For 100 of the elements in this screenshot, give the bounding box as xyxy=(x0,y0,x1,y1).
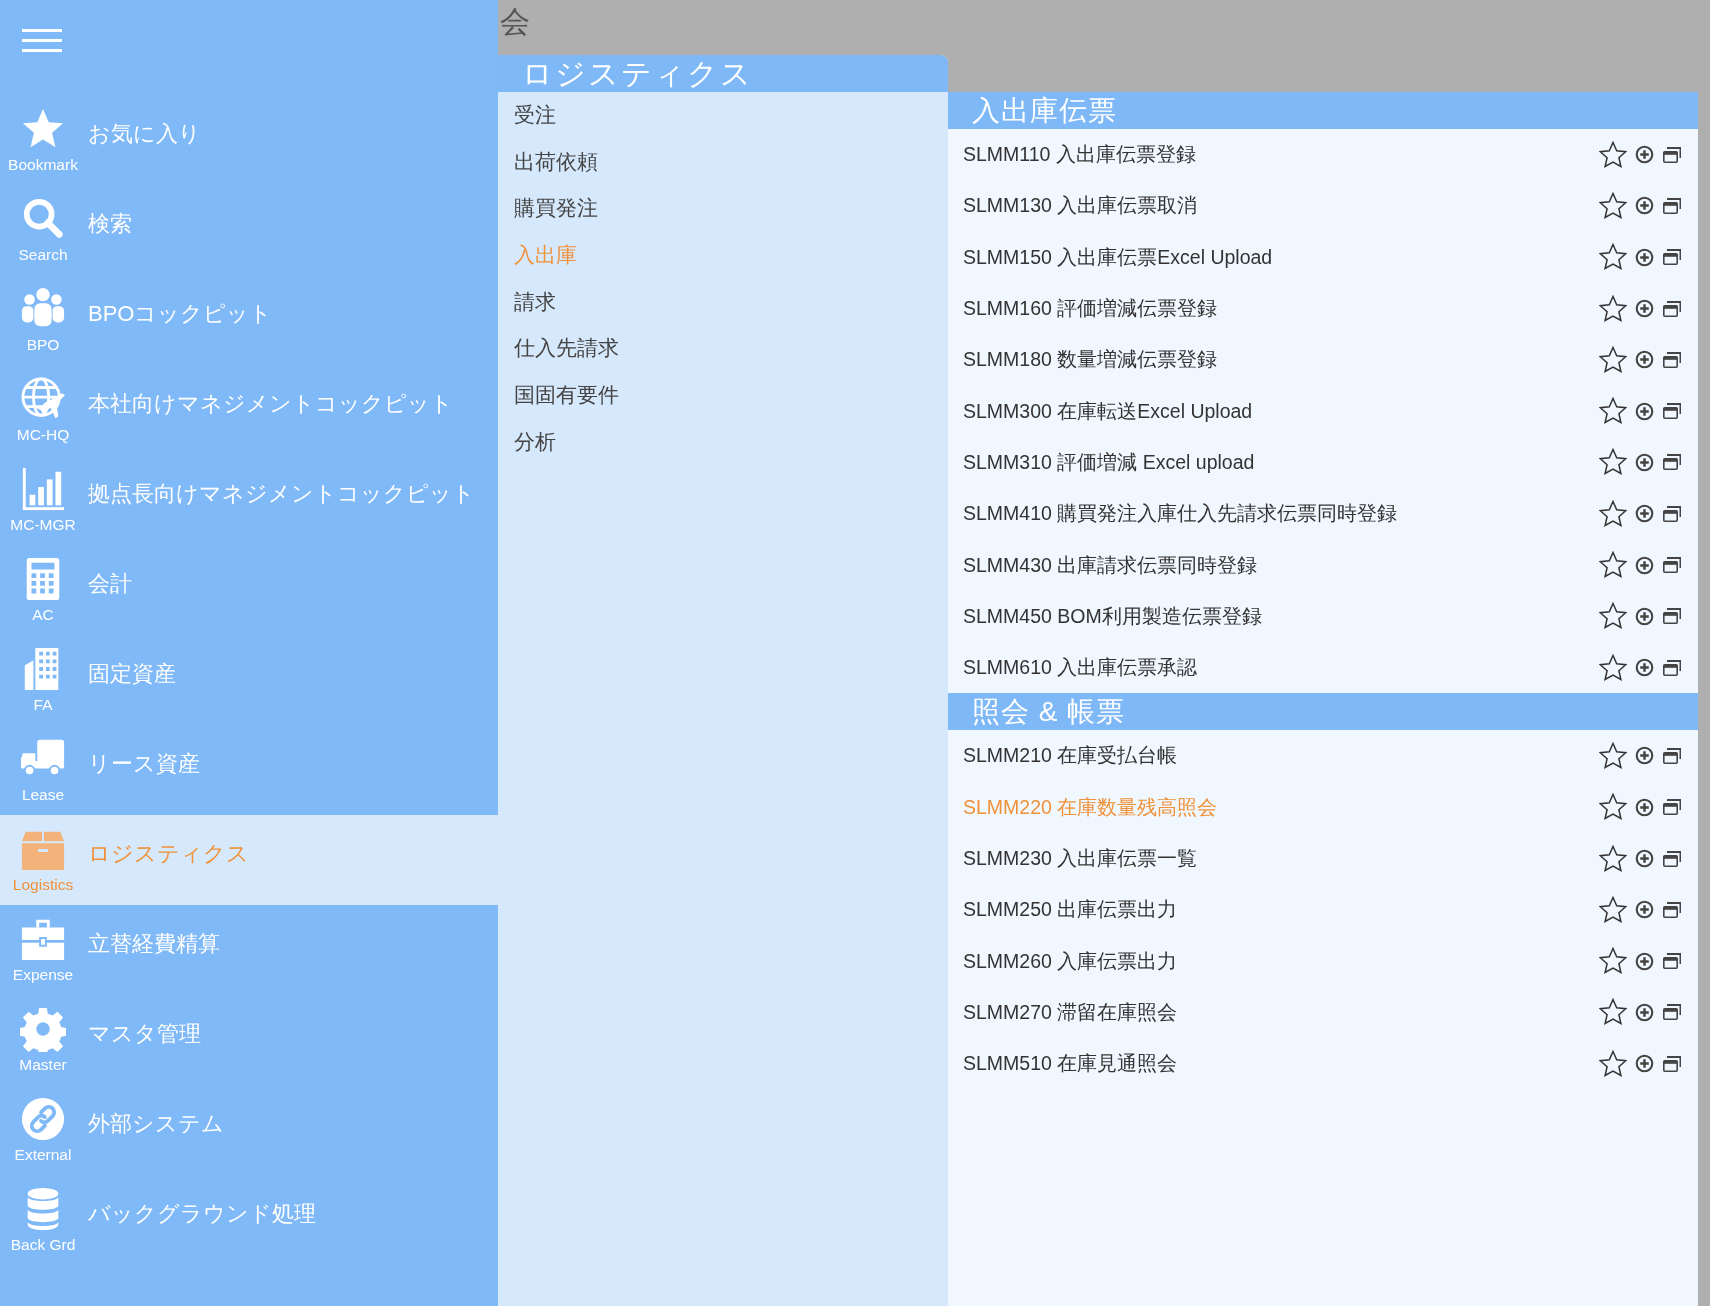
add-circle-icon[interactable] xyxy=(1635,452,1654,472)
windows-icon[interactable] xyxy=(1662,951,1682,972)
add-circle-icon[interactable] xyxy=(1635,746,1654,766)
windows-icon[interactable] xyxy=(1662,745,1682,766)
submenu-item[interactable]: 出荷依頼 xyxy=(498,138,948,186)
sidebar-item-label: 検索 xyxy=(88,210,132,238)
sidebar-item-label: BPOコックピット xyxy=(88,300,273,328)
windows-icon[interactable] xyxy=(1662,657,1682,678)
menu-link[interactable]: SLMM160 評価増減伝票登録 xyxy=(963,295,1599,323)
sidebar-item-code: BPO xyxy=(26,336,60,354)
sidebar-item-code: Master xyxy=(19,1056,67,1074)
windows-icon[interactable] xyxy=(1662,349,1682,370)
sidebar-item-label: バックグラウンド処理 xyxy=(88,1200,316,1228)
sidebar-item-code: Expense xyxy=(12,966,74,984)
add-circle-icon[interactable] xyxy=(1635,1054,1654,1074)
menu-link[interactable]: SLMM310 評価増減 Excel upload xyxy=(963,448,1599,476)
windows-icon[interactable] xyxy=(1662,1002,1682,1023)
sidebar-item-code: Logistics xyxy=(12,876,74,894)
add-circle-icon[interactable] xyxy=(1635,350,1654,370)
section-header: 入出庫伝票 xyxy=(948,92,1698,129)
bookmark-star-icon[interactable] xyxy=(1599,140,1627,169)
menu-link[interactable]: SLMM450 BOM利用製造伝票登録 xyxy=(963,602,1599,630)
windows-icon[interactable] xyxy=(1662,247,1682,268)
add-circle-icon[interactable] xyxy=(1635,196,1654,216)
bookmark-star-icon[interactable] xyxy=(1599,448,1627,477)
sidebar-item-label: 立替経費精算 xyxy=(88,930,220,958)
add-circle-icon[interactable] xyxy=(1635,299,1654,319)
submenu-item[interactable]: 国固有要件 xyxy=(498,372,948,419)
add-circle-icon[interactable] xyxy=(1635,797,1654,817)
sidebar-item-label: マスタ管理 xyxy=(88,1020,201,1048)
menu-link[interactable]: SLMM110 入出庫伝票登録 xyxy=(963,141,1599,169)
add-circle-icon[interactable] xyxy=(1635,606,1654,626)
windows-icon[interactable] xyxy=(1662,606,1682,627)
bookmark-star-icon[interactable] xyxy=(1599,653,1627,682)
bookmark-star-icon[interactable] xyxy=(1599,397,1627,426)
add-circle-icon[interactable] xyxy=(1635,401,1654,421)
bookmark-star-icon[interactable] xyxy=(1599,294,1627,323)
menu-link[interactable]: SLMM510 在庫見通照会 xyxy=(963,1050,1599,1078)
bookmark-star-icon[interactable] xyxy=(1599,793,1627,822)
bookmark-star-icon[interactable] xyxy=(1599,602,1627,631)
windows-icon[interactable] xyxy=(1662,144,1682,165)
windows-icon[interactable] xyxy=(1662,899,1682,920)
add-circle-icon[interactable] xyxy=(1635,1002,1654,1022)
add-circle-icon[interactable] xyxy=(1635,849,1654,868)
menu-link[interactable]: SLMM180 数量増減伝票登録 xyxy=(963,346,1599,374)
add-circle-icon[interactable] xyxy=(1635,504,1654,524)
bookmark-star-icon[interactable] xyxy=(1599,345,1627,374)
bookmark-star-icon[interactable] xyxy=(1599,844,1627,873)
bookmark-star-icon[interactable] xyxy=(1599,191,1627,220)
sidebar-item-label: 固定資産 xyxy=(88,660,176,688)
bar-chart-icon xyxy=(20,466,66,512)
menu-link[interactable]: SLMM150 入出庫伝票Excel Upload xyxy=(963,243,1599,271)
menu-link[interactable]: SLMM270 滞留在庫照会 xyxy=(963,998,1599,1026)
submenu-item[interactable]: 請求 xyxy=(498,278,948,326)
submenu-header: ロジスティクス xyxy=(498,55,948,92)
bookmark-star-icon[interactable] xyxy=(1599,243,1627,272)
submenu-item[interactable]: 分析 xyxy=(498,418,948,466)
windows-icon[interactable] xyxy=(1662,401,1682,422)
bookmark-star-icon[interactable] xyxy=(1599,1049,1627,1078)
menu-link[interactable]: SLMM410 購買発注入庫仕入先請求伝票同時登録 xyxy=(963,500,1599,528)
add-circle-icon[interactable] xyxy=(1635,658,1654,678)
submenu-item[interactable]: 仕入先請求 xyxy=(498,325,948,373)
menu-link[interactable]: SLMM230 入出庫伝票一覧 xyxy=(963,845,1599,872)
menu-link[interactable]: SLMM300 在庫転送Excel Upload xyxy=(963,397,1599,425)
sidebar-item-code: Back Grd xyxy=(10,1236,76,1254)
sidebar-item-label: 会計 xyxy=(88,570,132,598)
bookmark-star-icon[interactable] xyxy=(1599,499,1627,528)
add-circle-icon[interactable] xyxy=(1635,247,1654,267)
submenu-item[interactable]: 購買発注 xyxy=(498,185,948,233)
menu-link[interactable]: SLMM260 入庫伝票出力 xyxy=(963,947,1599,975)
add-circle-icon[interactable] xyxy=(1635,951,1654,971)
windows-icon[interactable] xyxy=(1662,298,1682,319)
menu-link[interactable]: SLMM130 入出庫伝票取消 xyxy=(963,192,1599,220)
bookmark-star-icon[interactable] xyxy=(1599,947,1627,976)
menu-link[interactable]: SLMM430 出庫請求伝票同時登録 xyxy=(963,551,1599,579)
page-title: 会 xyxy=(500,4,530,40)
submenu-item[interactable]: 受注 xyxy=(498,92,948,139)
add-circle-icon[interactable] xyxy=(1635,145,1654,165)
bookmark-star-icon[interactable] xyxy=(1599,895,1627,924)
windows-icon[interactable] xyxy=(1662,503,1682,524)
windows-icon[interactable] xyxy=(1662,848,1682,869)
windows-icon[interactable] xyxy=(1662,452,1682,473)
sidebar-item-label: 拠点長向けマネジメントコックピット xyxy=(88,480,475,508)
windows-icon[interactable] xyxy=(1662,195,1682,216)
link-icon xyxy=(20,1096,66,1142)
sidebar-item-code: MC-MGR xyxy=(10,516,76,534)
windows-icon[interactable] xyxy=(1662,555,1682,575)
menu-link[interactable]: SLMM250 出庫伝票出力 xyxy=(963,896,1599,924)
bookmark-star-icon[interactable] xyxy=(1599,551,1627,579)
sidebar-item-code: Search xyxy=(18,246,68,264)
add-circle-icon[interactable] xyxy=(1635,900,1654,920)
bookmark-star-icon[interactable] xyxy=(1599,741,1627,770)
menu-link[interactable]: SLMM210 在庫受払台帳 xyxy=(963,742,1599,770)
add-circle-icon[interactable] xyxy=(1635,555,1654,575)
sidebar-item-code: External xyxy=(14,1146,72,1164)
bookmark-star-icon[interactable] xyxy=(1599,998,1627,1027)
windows-icon[interactable] xyxy=(1662,797,1682,818)
windows-icon[interactable] xyxy=(1662,1053,1682,1074)
sidebar-item-code: Lease xyxy=(21,786,65,804)
menu-link[interactable]: SLMM610 入出庫伝票承認 xyxy=(963,654,1599,682)
